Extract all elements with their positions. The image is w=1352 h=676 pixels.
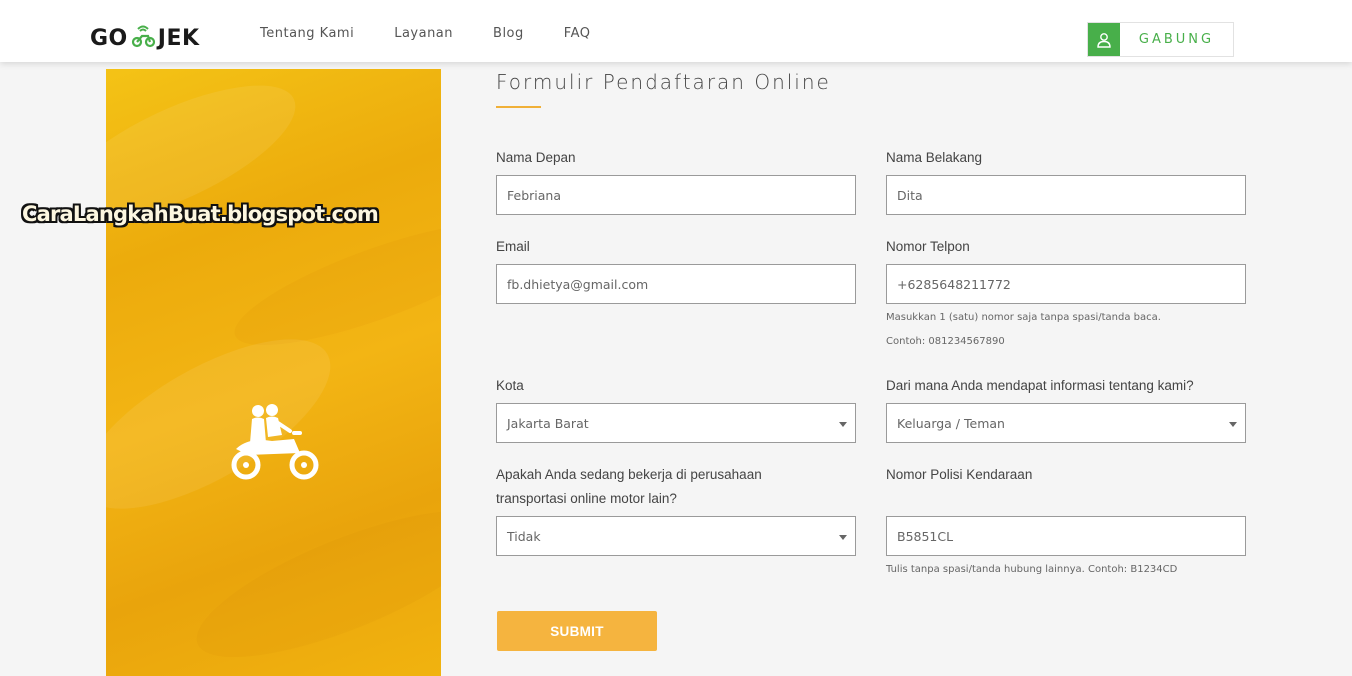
plate-label: Nomor Polisi Kendaraan bbox=[886, 467, 1033, 482]
page-title: Formulir Pendaftaran Online bbox=[496, 70, 831, 94]
nav-faq[interactable]: FAQ bbox=[564, 26, 591, 41]
source-label: Dari mana Anda mendapat informasi tentan… bbox=[886, 378, 1194, 393]
first-name-input[interactable]: Febriana bbox=[496, 175, 856, 215]
motorbike-rider-icon bbox=[231, 404, 319, 480]
phone-label: Nomor Telpon bbox=[886, 239, 970, 254]
city-label: Kota bbox=[496, 378, 524, 393]
top-navbar: GO JEK Tentang Kami Layanan Blog FAQ GAB… bbox=[0, 0, 1352, 62]
plate-hint: Tulis tanpa spasi/tanda hubung lainnya. … bbox=[886, 564, 1178, 575]
phone-example: Contoh: 081234567890 bbox=[886, 336, 1005, 347]
submit-button[interactable]: SUBMIT bbox=[497, 611, 657, 651]
phone-input[interactable]: +6285648211772 bbox=[886, 264, 1246, 304]
first-name-label: Nama Depan bbox=[496, 150, 576, 165]
gojek-logo[interactable]: GO JEK bbox=[90, 22, 200, 54]
working-label-line1: Apakah Anda sedang bekerja di perusahaan bbox=[496, 467, 762, 482]
nav-blog[interactable]: Blog bbox=[493, 26, 524, 41]
email-input[interactable]: fb.dhietya@gmail.com bbox=[496, 264, 856, 304]
logo-text-jek: JEK bbox=[157, 25, 200, 51]
watermark-text: CaraLangkahBuat.blogspot.com bbox=[22, 202, 379, 226]
nav-tentang-kami[interactable]: Tentang Kami bbox=[260, 26, 354, 41]
logo-motorbike-icon bbox=[131, 25, 155, 48]
plate-input[interactable]: B5851CL bbox=[886, 516, 1246, 556]
city-select[interactable]: Jakarta Barat bbox=[496, 403, 856, 443]
join-button[interactable]: GABUNG bbox=[1087, 22, 1234, 57]
nav-layanan[interactable]: Layanan bbox=[394, 26, 453, 41]
working-select[interactable]: Tidak bbox=[496, 516, 856, 556]
working-label-line2: transportasi online motor lain? bbox=[496, 491, 677, 506]
email-label: Email bbox=[496, 239, 530, 254]
last-name-input[interactable]: Dita bbox=[886, 175, 1246, 215]
main-nav: Tentang Kami Layanan Blog FAQ bbox=[260, 26, 630, 41]
phone-hint: Masukkan 1 (satu) nomor saja tanpa spasi… bbox=[886, 312, 1161, 323]
user-icon bbox=[1088, 23, 1120, 56]
hero-side-image bbox=[106, 69, 441, 676]
texture-streak bbox=[180, 482, 441, 676]
source-select[interactable]: Keluarga / Teman bbox=[886, 403, 1246, 443]
last-name-label: Nama Belakang bbox=[886, 150, 983, 165]
join-button-label: GABUNG bbox=[1138, 32, 1215, 47]
title-underline bbox=[496, 106, 541, 108]
logo-text-go: GO bbox=[90, 25, 128, 51]
